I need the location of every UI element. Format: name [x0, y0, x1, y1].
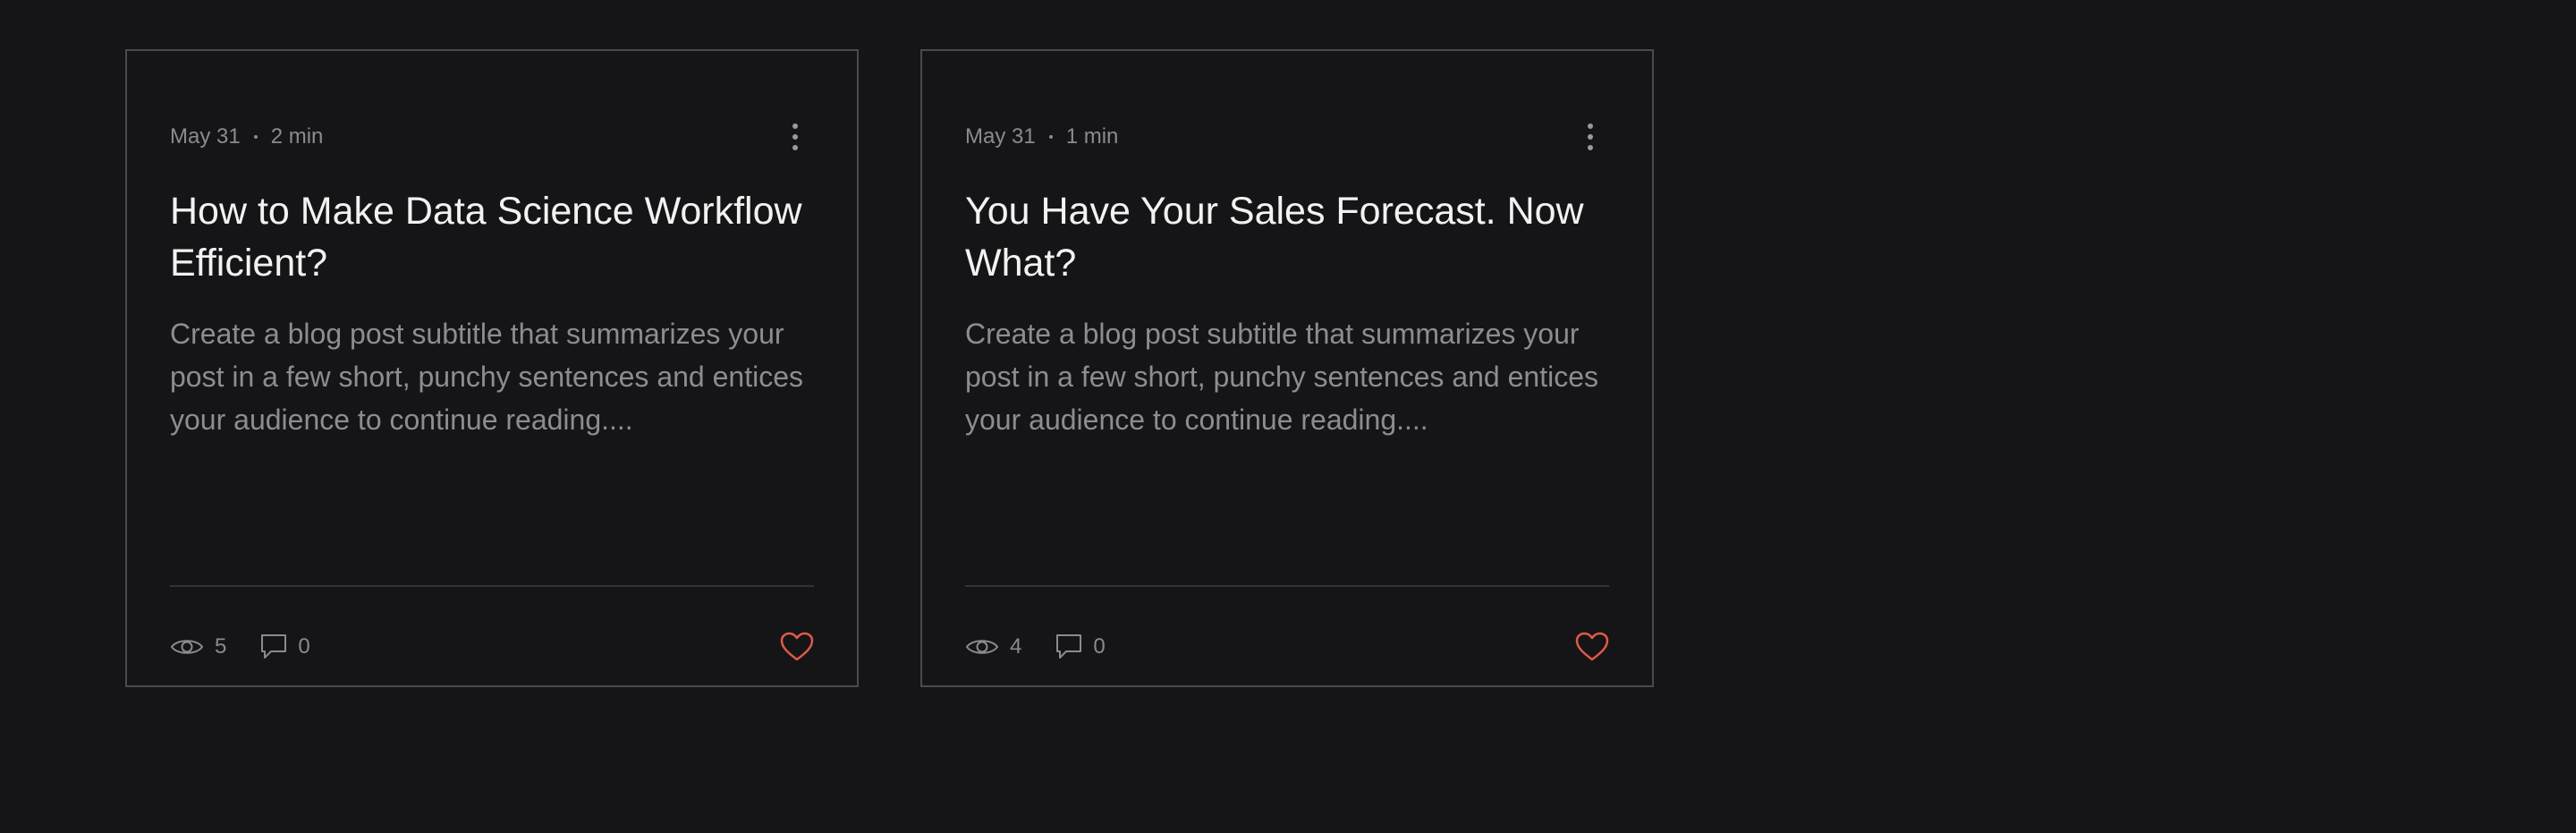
views-stat: 4: [965, 634, 1021, 659]
views-stat: 5: [170, 634, 226, 659]
more-vertical-icon: [1588, 123, 1593, 129]
post-read-time: 1 min: [1065, 124, 1119, 149]
views-count: 4: [1010, 634, 1022, 659]
card-divider: [170, 585, 814, 587]
post-card[interactable]: May 31 1 min You Have Your Sales Forecas…: [920, 49, 1654, 687]
comments-stat[interactable]: 0: [1055, 633, 1106, 660]
comment-icon: [1056, 634, 1082, 659]
views-count: 5: [215, 634, 227, 659]
like-button[interactable]: [1575, 632, 1609, 662]
post-meta: May 31 2 min: [170, 121, 323, 153]
post-title[interactable]: How to Make Data Science Workflow Effici…: [170, 185, 814, 289]
post-read-time: 2 min: [270, 124, 324, 149]
post-date: May 31: [965, 124, 1036, 149]
meta-separator: [1048, 135, 1053, 139]
meta-separator: [253, 135, 258, 139]
post-date: May 31: [170, 124, 241, 149]
post-subtitle: Create a blog post subtitle that summari…: [170, 318, 803, 436]
post-meta: May 31 1 min: [965, 121, 1118, 153]
more-vertical-icon: [792, 123, 798, 129]
eye-icon: [170, 640, 204, 654]
comments-count: 0: [1093, 634, 1106, 659]
eye-icon: [965, 640, 999, 654]
more-actions-button[interactable]: [785, 119, 805, 155]
post-stats: 5 0: [170, 629, 310, 665]
post-title[interactable]: You Have Your Sales Forecast. Now What?: [965, 185, 1609, 289]
comments-stat[interactable]: 0: [260, 633, 310, 660]
post-stats: 4 0: [965, 629, 1106, 665]
heart-icon: [780, 632, 814, 661]
card-divider: [965, 585, 1609, 587]
post-card[interactable]: May 31 2 min How to Make Data Science Wo…: [125, 49, 859, 687]
blog-post-grid: May 31 2 min How to Make Data Science Wo…: [125, 49, 1654, 687]
like-button[interactable]: [780, 632, 814, 662]
comment-icon: [261, 634, 287, 659]
heart-icon: [1575, 632, 1609, 661]
comments-count: 0: [298, 634, 310, 659]
post-subtitle: Create a blog post subtitle that summari…: [965, 318, 1598, 436]
more-actions-button[interactable]: [1580, 119, 1600, 155]
